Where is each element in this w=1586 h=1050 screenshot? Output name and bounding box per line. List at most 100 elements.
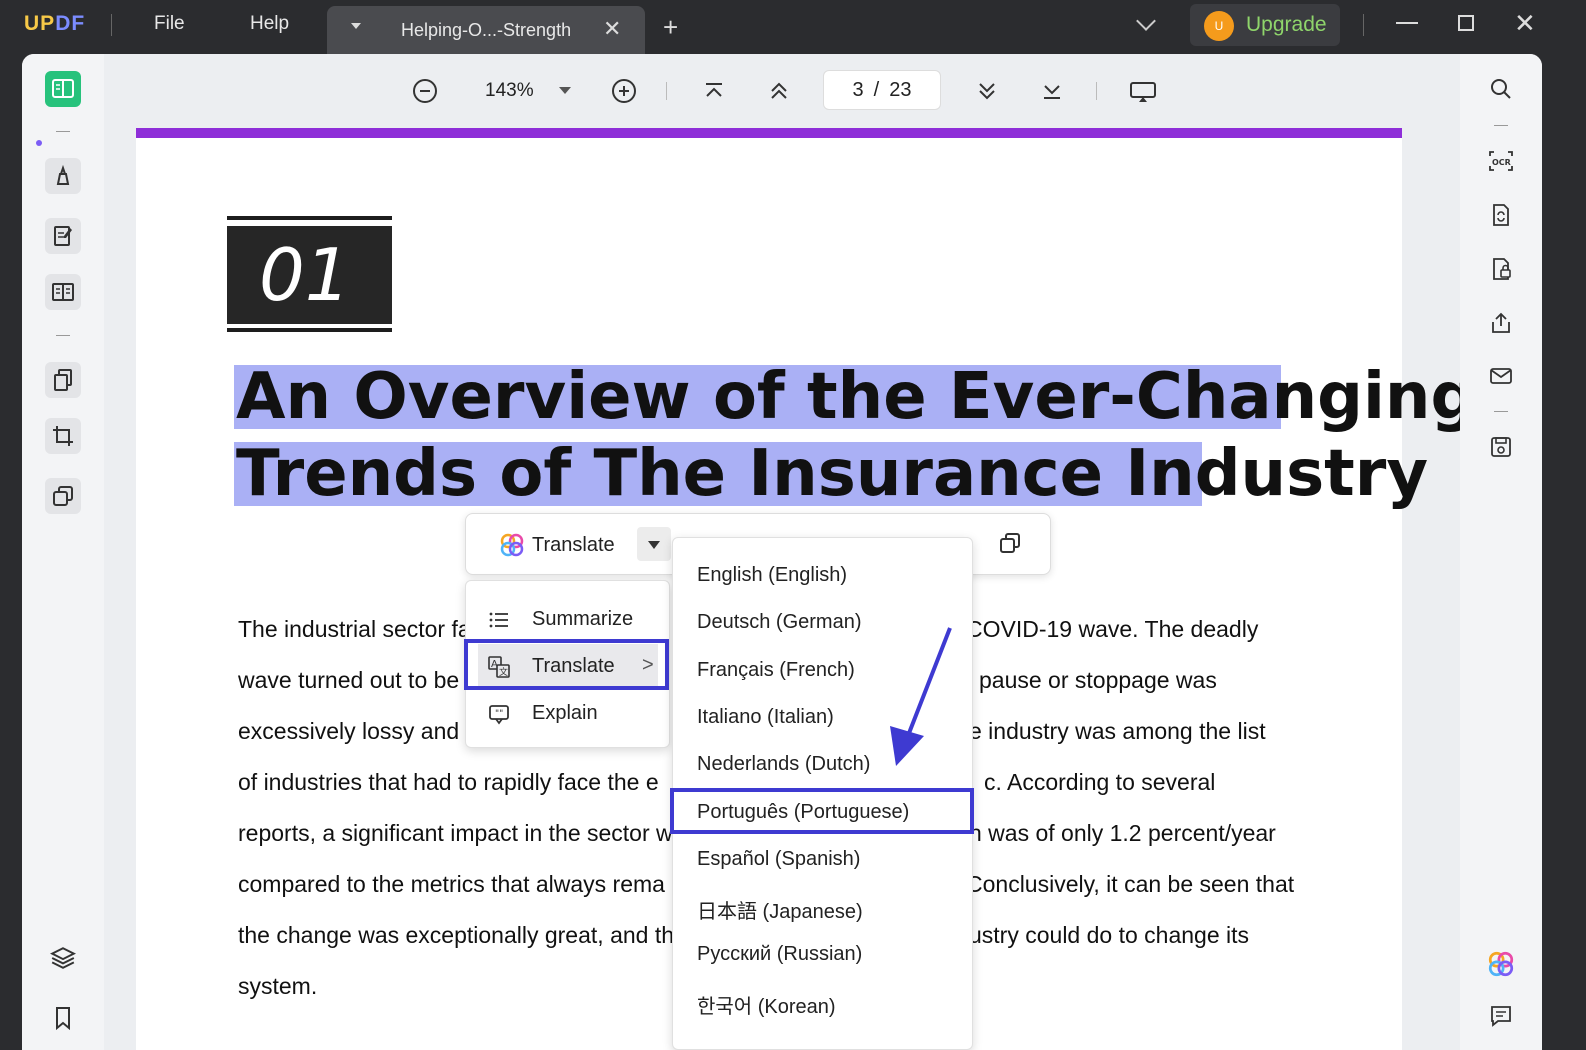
convert-icon[interactable] [1483,197,1519,233]
annotation-arrow-icon [890,627,952,766]
section-number: 01 [227,226,392,324]
language-option-english[interactable]: English (English) [697,564,847,587]
sidebar-indicator-dot [36,140,42,146]
document-tab[interactable]: Helping-O...-Strength ✕ [327,6,645,54]
comments-icon[interactable] [1483,998,1519,1034]
menu-item-label: Summarize [532,608,634,630]
ai-assistant-icon[interactable] [1483,946,1519,982]
page-layout-icon[interactable] [45,274,81,310]
list-icon [488,609,510,631]
new-tab-button[interactable]: + [663,14,678,40]
body-line-5-left: reports, a significant impact in the sec… [238,820,673,846]
previous-page-icon[interactable] [767,80,791,108]
svg-text:"": "" [495,709,503,719]
menu-help[interactable]: Help [250,13,289,35]
page-header-bar [136,128,1402,138]
rule-top [227,216,392,220]
menu-file[interactable]: File [154,13,185,35]
save-icon[interactable] [1483,429,1519,465]
body-line-6-left: compared to the metrics that always rema [238,871,665,897]
upgrade-label: Upgrade [1246,13,1327,36]
title-separator [111,14,112,36]
language-option-german[interactable]: Deutsch (German) [697,611,862,634]
window-close-icon[interactable]: ✕ [1514,8,1536,39]
tab-close-icon[interactable]: ✕ [603,16,621,42]
ai-dropdown-button[interactable] [637,527,671,561]
body-line-6-right: Conclusively, it can be seen that [966,871,1295,897]
layers-icon[interactable] [45,940,81,976]
zoom-dropdown-icon[interactable] [559,87,571,94]
language-option-italian[interactable]: Italiano (Italian) [697,706,834,729]
explain-icon: "" [488,703,510,725]
portuguese-highlight-box [670,788,974,834]
duplicate-icon[interactable] [45,478,81,514]
title-separator-2 [1363,14,1364,36]
protect-icon[interactable] [1483,251,1519,287]
ai-logo-icon[interactable] [499,532,525,558]
crop-icon[interactable] [45,418,81,454]
tab-dropdown-icon[interactable] [351,23,361,29]
next-page-icon[interactable] [975,80,999,108]
translate-button-label[interactable]: Translate [532,534,615,557]
body-line-1-left: The industrial sector fa [238,616,471,642]
zoom-in-icon[interactable] [611,78,637,110]
workspace: 143% 3 / 23 01 An Overview of the Ever-C… [22,54,1542,1050]
upgrade-button[interactable]: U Upgrade [1190,4,1340,46]
language-option-french[interactable]: Français (French) [697,659,855,682]
heading-line-1[interactable]: An Overview of the Ever-Changing [234,365,1476,429]
sidebar-separator [1494,411,1508,412]
sidebar-separator [56,335,70,336]
heading-line-2[interactable]: Trends of The Insurance Industry [234,442,1428,506]
section-number-block: 01 [227,216,392,332]
avatar: U [1204,11,1234,41]
share-icon[interactable] [1483,305,1519,341]
zoom-out-icon[interactable] [412,78,438,110]
menu-item-label: Explain [532,702,598,724]
right-sidebar: OCR [1460,54,1542,1050]
language-option-japanese[interactable]: 日本語 (Japanese) [697,895,863,924]
zoom-value[interactable]: 143% [485,80,534,102]
body-line-5-right: h was of only 1.2 percent/year [969,820,1276,846]
menu-item-explain[interactable]: "" Explain [466,691,671,737]
slideshow-icon[interactable] [1129,80,1157,110]
page-number-input[interactable]: 3 / 23 [823,70,941,110]
body-line-3-left: excessively lossy and i [238,718,471,744]
body-line-7-left: the change was exceptionally great, and … [238,922,675,948]
language-option-dutch[interactable]: Nederlands (Dutch) [697,753,870,776]
reader-mode-icon[interactable] [45,71,81,107]
updf-logo[interactable]: UPDF [24,12,85,36]
search-icon[interactable] [1483,71,1519,107]
edit-pdf-icon[interactable] [45,218,81,254]
language-option-russian[interactable]: Русский (Russian) [697,943,862,966]
last-page-icon[interactable] [1040,80,1064,108]
current-page[interactable]: 3 [853,79,864,102]
body-line-3-right: e industry was among the list [969,718,1266,744]
language-option-spanish[interactable]: Español (Spanish) [697,848,860,871]
first-page-icon[interactable] [702,80,726,108]
maximize-icon[interactable] [1458,15,1474,31]
organize-pages-icon[interactable] [45,362,81,398]
body-line-4-right: c. According to several [984,769,1216,795]
sidebar-separator [1494,125,1508,126]
highlighter-icon[interactable] [45,158,81,194]
toolbar-separator [666,82,667,100]
sidebar-separator [56,131,70,132]
body-line-8-left: system. [238,973,318,999]
menu-item-summarize[interactable]: Summarize [466,597,671,643]
body-line-7-right: ustry could do to change its [969,922,1249,948]
body-line-2-right: pause or stoppage was [979,667,1217,693]
minimize-icon[interactable] [1396,22,1418,24]
email-icon[interactable] [1483,358,1519,394]
rule-bottom [227,328,392,332]
toolbar-separator [1096,82,1097,100]
translate-highlight-box [464,639,669,690]
bookmark-icon[interactable] [45,1000,81,1036]
page-separator: / [873,78,880,101]
language-option-korean[interactable]: 한국어 (Korean) [697,990,836,1019]
body-line-2-left: wave turned out to be [238,667,460,693]
copy-icon[interactable] [999,532,1021,554]
title-bar: UPDF File Help Helping-O...-Strength ✕ +… [0,0,1586,54]
view-toolbar: 143% 3 / 23 [104,54,1460,126]
ocr-icon[interactable]: OCR [1483,143,1519,179]
tabs-overflow-chevron-icon[interactable] [1136,11,1156,31]
